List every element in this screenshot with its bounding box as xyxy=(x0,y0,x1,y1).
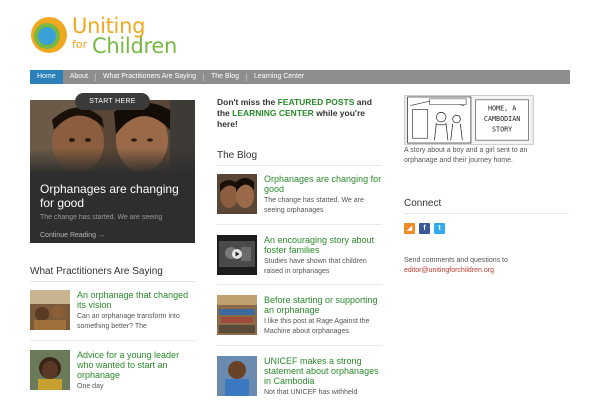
logo-circle-icon xyxy=(31,17,67,53)
practitioners-heading: What Practitioners Are Saying xyxy=(30,266,163,277)
learning-center-link[interactable]: LEARNING CENTER xyxy=(232,108,314,118)
post-title[interactable]: UNICEF makes a strong statement about or… xyxy=(264,356,382,386)
promo-text-part: Don't miss the xyxy=(217,97,278,107)
featured-slider[interactable]: Orphanages are changing for good The cha… xyxy=(30,100,195,243)
blog-post: Orphanages are changing for good The cha… xyxy=(217,174,382,219)
section-divider xyxy=(30,281,195,282)
slider-title[interactable]: Orphanages are changing for good xyxy=(40,182,190,210)
nav-home[interactable]: Home xyxy=(30,70,63,84)
post-excerpt: Can an orphanage transform into somethin… xyxy=(77,313,180,330)
cartoon-title-line: CAMBODIAN xyxy=(484,115,520,123)
promo-text: Don't miss the FEATURED POSTS and the LE… xyxy=(217,97,382,130)
nav-blog[interactable]: The Blog xyxy=(204,70,246,84)
contact-email-link[interactable]: editor@unitingforchildren.org xyxy=(404,267,494,274)
post-divider xyxy=(30,340,195,341)
post-thumbnail[interactable] xyxy=(217,174,257,214)
post-excerpt: Not that UNICEF has withheld xyxy=(264,389,358,396)
cartoon-title-line: HOME, A xyxy=(488,104,516,112)
twitter-icon[interactable]: t xyxy=(434,223,445,234)
post-divider xyxy=(217,224,382,225)
post-title[interactable]: Advice for a young leader who wanted to … xyxy=(77,350,195,380)
nav-about[interactable]: About xyxy=(63,70,95,84)
facebook-icon[interactable]: f xyxy=(419,223,430,234)
post-excerpt: Studies have shown that children raised … xyxy=(264,258,367,275)
rss-icon[interactable]: ◢ xyxy=(404,223,415,234)
start-here-button[interactable]: START HERE xyxy=(75,93,150,110)
post-divider xyxy=(217,284,382,285)
blog-post: Before starting or supporting an orphana… xyxy=(217,295,382,340)
post-title[interactable]: An orphanage that changed its vision xyxy=(77,290,195,310)
nav-practitioners[interactable]: What Practitioners Are Saying xyxy=(96,70,203,84)
section-divider xyxy=(217,165,382,166)
contact-text: Send comments and questions to xyxy=(404,257,508,264)
blog-post: An encouraging story about foster famili… xyxy=(217,235,382,280)
blog-post: UNICEF makes a strong statement about or… xyxy=(217,356,382,400)
cartoon-title-line: STORY xyxy=(492,126,512,134)
section-divider xyxy=(404,213,569,214)
post-title[interactable]: Before starting or supporting an orphana… xyxy=(264,295,382,315)
slider-fade xyxy=(30,148,195,174)
post-thumbnail[interactable] xyxy=(30,350,70,390)
connect-heading: Connect xyxy=(404,198,442,209)
main-nav: Home About What Practitioners Are Saying… xyxy=(30,70,570,84)
continue-reading-link[interactable]: Continue Reading → xyxy=(40,232,105,239)
site-logo[interactable]: Uniting for Children xyxy=(30,12,200,60)
slider-excerpt: The change has started. We are seeing xyxy=(40,214,163,221)
post-thumbnail[interactable] xyxy=(217,295,257,335)
post-thumbnail[interactable] xyxy=(30,290,70,330)
video-thumbnail[interactable] xyxy=(217,235,257,275)
nav-learning-center[interactable]: Learning Center xyxy=(247,70,311,84)
post-title[interactable]: An encouraging story about foster famili… xyxy=(264,235,382,255)
logo-text-children: Children xyxy=(92,34,177,58)
post-excerpt: The change has started. We are seeing or… xyxy=(264,197,364,214)
practitioner-post: An orphanage that changed its vision Can… xyxy=(30,290,195,340)
post-thumbnail[interactable] xyxy=(217,356,257,396)
post-divider xyxy=(217,345,382,346)
post-excerpt: One day xyxy=(77,383,104,390)
blog-heading: The Blog xyxy=(217,150,258,161)
cartoon-caption: A story about a boy and a girl sent to a… xyxy=(404,147,528,164)
post-title[interactable]: Orphanages are changing for good xyxy=(264,174,382,194)
post-excerpt: I like this post at Rage Against the Mac… xyxy=(264,318,370,335)
cambodian-story-cartoon[interactable]: HOME, A CAMBODIAN STORY xyxy=(404,95,534,145)
contact-block: Send comments and questions to editor@un… xyxy=(404,256,564,275)
practitioner-post: Advice for a young leader who wanted to … xyxy=(30,350,195,400)
logo-text-for: for xyxy=(72,38,88,51)
featured-posts-link[interactable]: FEATURED POSTS xyxy=(278,97,355,107)
